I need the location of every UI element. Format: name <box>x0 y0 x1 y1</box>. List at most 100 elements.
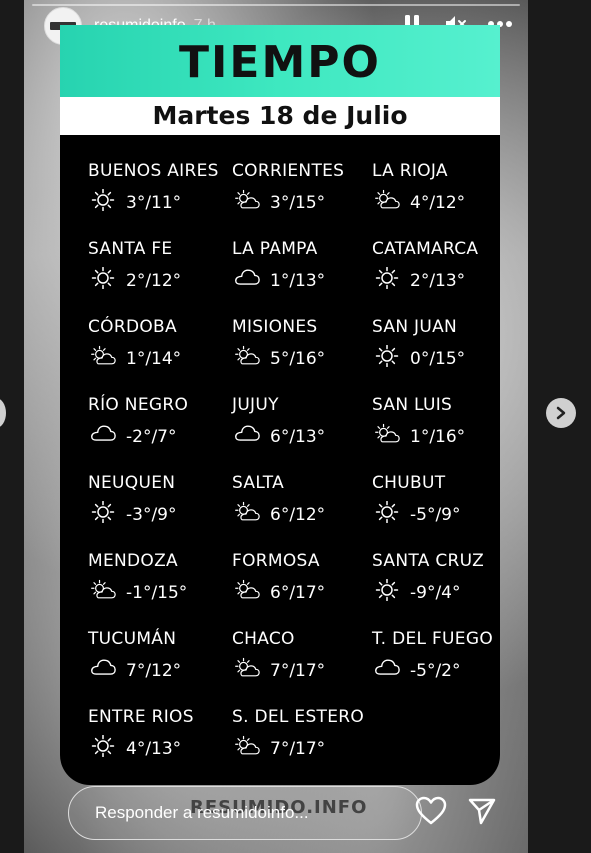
sun-icon <box>88 188 116 216</box>
story-viewer[interactable]: resumidoinfo 7 h TIEMPO Martes 18 de Jul… <box>24 0 528 853</box>
city-name: SANTA CRUZ <box>372 551 485 571</box>
chevron-right-icon <box>556 406 566 420</box>
city-name: JUJUY <box>232 395 279 415</box>
partly-cloudy-icon <box>232 657 260 684</box>
city-forecast: JUJUY 6°/13° <box>232 395 372 450</box>
sun-icon <box>372 344 400 372</box>
city-temperature: 2°/13° <box>410 270 466 291</box>
city-temperature: -9°/4° <box>410 582 461 603</box>
city-forecast: CÓRDOBA 1°/14° <box>88 317 228 372</box>
city-name: BUENOS AIRES <box>88 161 219 181</box>
sun-icon <box>372 500 400 528</box>
card-date: Martes 18 de Julio <box>60 97 500 135</box>
city-name: SAN LUIS <box>372 395 453 415</box>
city-forecast: RÍO NEGRO -2°/7° <box>88 395 228 450</box>
cloud-icon <box>372 657 400 684</box>
reply-input[interactable] <box>69 787 421 839</box>
city-forecast: MISIONES 5°/16° <box>232 317 372 372</box>
city-temperature: 4°/13° <box>126 738 182 759</box>
partly-cloudy-icon <box>88 345 116 372</box>
story-progress-bar <box>32 4 520 6</box>
city-name: CORRIENTES <box>232 161 345 181</box>
city-temperature: 6°/12° <box>270 504 326 525</box>
city-name: TUCUMÁN <box>88 629 177 649</box>
city-name: MISIONES <box>232 317 318 337</box>
city-temperature: 4°/12° <box>410 192 466 213</box>
city-temperature: 3°/11° <box>126 192 182 213</box>
city-temperature: -1°/15° <box>126 582 188 603</box>
city-temperature: 7°/12° <box>126 660 182 681</box>
left-backdrop <box>0 0 24 853</box>
city-name: CÓRDOBA <box>88 317 177 337</box>
partly-cloudy-icon <box>232 735 260 762</box>
city-name: CHUBUT <box>372 473 446 493</box>
sun-icon <box>372 266 400 294</box>
city-forecast: MENDOZA -1°/15° <box>88 551 228 606</box>
city-forecast: SANTA CRUZ -9°/4° <box>372 551 512 606</box>
city-name: T. DEL FUEGO <box>372 629 493 649</box>
reply-field[interactable] <box>68 786 422 840</box>
card-title: TIEMPO <box>179 37 381 88</box>
city-temperature: 6°/13° <box>270 426 326 447</box>
city-temperature: 6°/17° <box>270 582 326 603</box>
partly-cloudy-icon <box>232 189 260 216</box>
city-forecast: SALTA 6°/12° <box>232 473 372 528</box>
cloud-icon <box>232 267 260 294</box>
city-name: LA RIOJA <box>372 161 448 181</box>
partly-cloudy-icon <box>88 579 116 606</box>
partly-cloudy-icon <box>372 189 400 216</box>
city-temperature: 2°/12° <box>126 270 182 291</box>
city-temperature: 5°/16° <box>270 348 326 369</box>
partly-cloudy-icon <box>232 501 260 528</box>
sun-icon <box>88 500 116 528</box>
city-forecast: LA RIOJA 4°/12° <box>372 161 512 216</box>
city-name: RÍO NEGRO <box>88 395 189 415</box>
city-forecast: CORRIENTES 3°/15° <box>232 161 372 216</box>
weather-card: TIEMPO Martes 18 de Julio BUENOS AIRES 3°… <box>60 25 500 785</box>
city-temperature: 1°/16° <box>410 426 466 447</box>
city-forecast: BUENOS AIRES 3°/11° <box>88 161 228 216</box>
partly-cloudy-icon <box>232 579 260 606</box>
city-name: MENDOZA <box>88 551 178 571</box>
city-temperature: 7°/17° <box>270 738 326 759</box>
city-forecast: CHUBUT -5°/9° <box>372 473 512 528</box>
city-forecast: S. DEL ESTERO 7°/17° <box>232 707 372 762</box>
city-name: SALTA <box>232 473 285 493</box>
city-forecast: SAN LUIS 1°/16° <box>372 395 512 450</box>
forecast-panel: BUENOS AIRES 3°/11° CORRIENTES 3°/15° LA RIO… <box>60 135 500 785</box>
city-name: NEUQUEN <box>88 473 176 493</box>
city-name: CHACO <box>232 629 295 649</box>
city-name: FORMOSA <box>232 551 320 571</box>
heart-icon[interactable] <box>414 794 448 828</box>
city-temperature: 3°/15° <box>270 192 326 213</box>
city-forecast: SANTA FE 2°/12° <box>88 239 228 294</box>
cloud-icon <box>232 423 260 450</box>
city-forecast: TUCUMÁN 7°/12° <box>88 629 228 684</box>
city-forecast: FORMOSA 6°/17° <box>232 551 372 606</box>
partly-cloudy-icon <box>232 345 260 372</box>
send-icon[interactable] <box>465 794 499 828</box>
city-temperature: -5°/2° <box>410 660 461 681</box>
city-name: ENTRE RIOS <box>88 707 194 727</box>
next-story-button[interactable] <box>546 398 576 428</box>
city-temperature: -5°/9° <box>410 504 461 525</box>
city-name: S. DEL ESTERO <box>232 707 365 727</box>
city-forecast: NEUQUEN -3°/9° <box>88 473 228 528</box>
city-name: SANTA FE <box>88 239 173 259</box>
partly-cloudy-icon <box>372 423 400 450</box>
city-temperature: 0°/15° <box>410 348 466 369</box>
city-forecast: ENTRE RIOS 4°/13° <box>88 707 228 762</box>
city-temperature: 7°/17° <box>270 660 326 681</box>
city-temperature: -3°/9° <box>126 504 177 525</box>
city-name: LA PAMPA <box>232 239 318 259</box>
city-forecast: CATAMARCA 2°/13° <box>372 239 512 294</box>
sun-icon <box>88 266 116 294</box>
city-temperature: -2°/7° <box>126 426 177 447</box>
city-name: SAN JUAN <box>372 317 458 337</box>
city-forecast: SAN JUAN 0°/15° <box>372 317 512 372</box>
city-forecast: LA PAMPA 1°/13° <box>232 239 372 294</box>
city-temperature: 1°/13° <box>270 270 326 291</box>
cloud-icon <box>88 423 116 450</box>
city-forecast: CHACO 7°/17° <box>232 629 372 684</box>
sun-icon <box>88 734 116 762</box>
